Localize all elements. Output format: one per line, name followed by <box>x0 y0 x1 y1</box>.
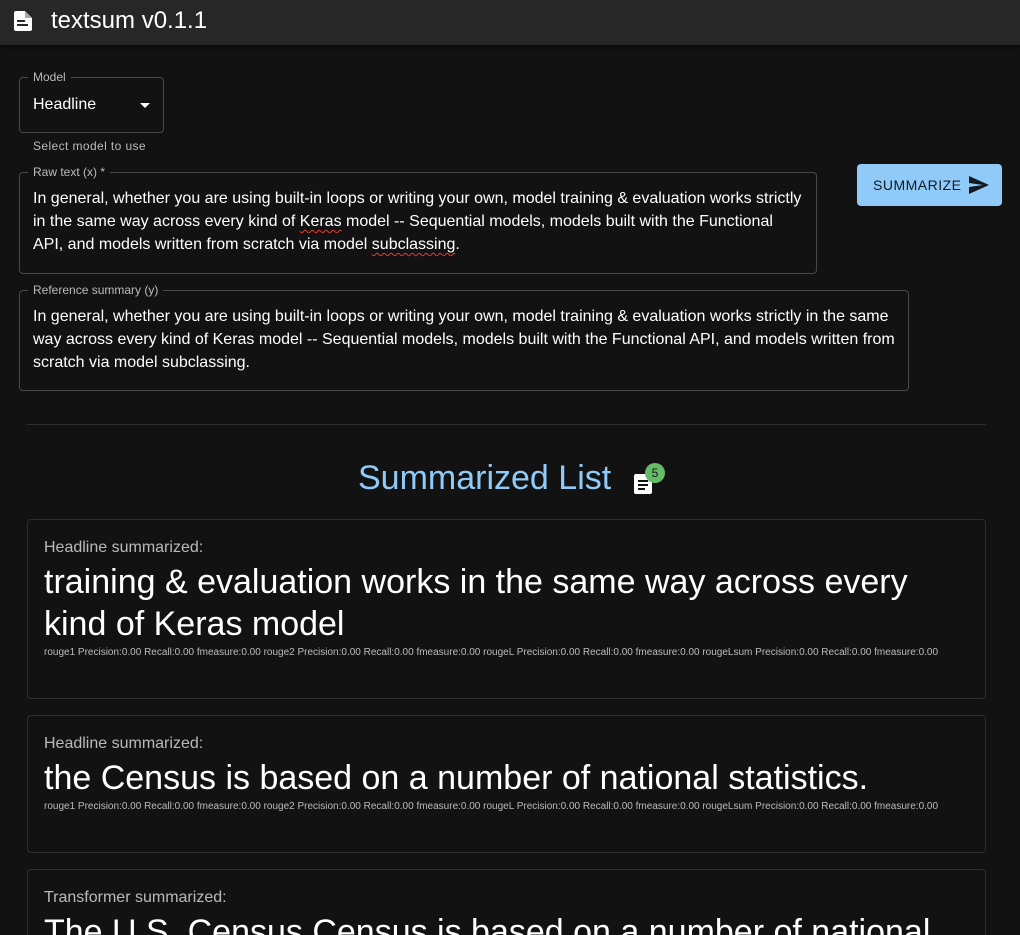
card-rouge-scores: rouge1 Precision:0.00 Recall:0.00 fmeasu… <box>44 801 939 812</box>
summarize-button[interactable]: SUMMARIZE <box>857 164 1002 206</box>
app-title: textsum v0.1.1 <box>51 7 208 34</box>
model-select-value[interactable]: Headline <box>33 95 96 115</box>
count-badge: 5 <box>645 463 665 483</box>
send-icon <box>969 176 989 194</box>
card-model-label: Headline summarized: <box>44 735 204 752</box>
raw-text-input[interactable]: In general, whether you are using built-… <box>33 187 803 256</box>
raw-text-label: Raw text (x) * <box>28 165 111 179</box>
summarized-list-title: Summarized List <box>358 459 612 497</box>
spellcheck-word: Keras <box>299 213 342 230</box>
reference-summary-input[interactable]: In general, whether you are using built-… <box>33 305 895 374</box>
card-model-label: Transformer summarized: <box>44 889 227 906</box>
spellcheck-word: subclassing <box>371 236 456 253</box>
card-summary-text: the Census is based on a number of natio… <box>44 759 869 797</box>
divider <box>27 424 986 425</box>
card-rouge-scores: rouge1 Precision:0.00 Recall:0.00 fmeasu… <box>44 647 939 658</box>
card-summary-text: training & evaluation works in the same … <box>44 563 908 643</box>
summarize-button-label: SUMMARIZE <box>873 177 962 193</box>
summary-card: Headline summarized: training & evaluati… <box>27 519 986 699</box>
card-summary-text: The U.S. Census Census is based on a num… <box>44 913 931 935</box>
app-bar: textsum v0.1.1 <box>0 0 1020 45</box>
summary-card: Headline summarized: the Census is based… <box>27 715 986 853</box>
raw-text-segment: . <box>455 236 460 253</box>
document-icon <box>14 11 32 31</box>
card-model-label: Headline summarized: <box>44 539 204 556</box>
reference-summary-label: Reference summary (y) <box>28 283 164 297</box>
summary-card: Transformer summarized: The U.S. Census … <box>27 869 986 935</box>
model-select-helper: Select model to use <box>33 139 146 153</box>
model-select-label: Model <box>28 70 71 84</box>
dropdown-arrow-icon[interactable] <box>140 103 150 108</box>
